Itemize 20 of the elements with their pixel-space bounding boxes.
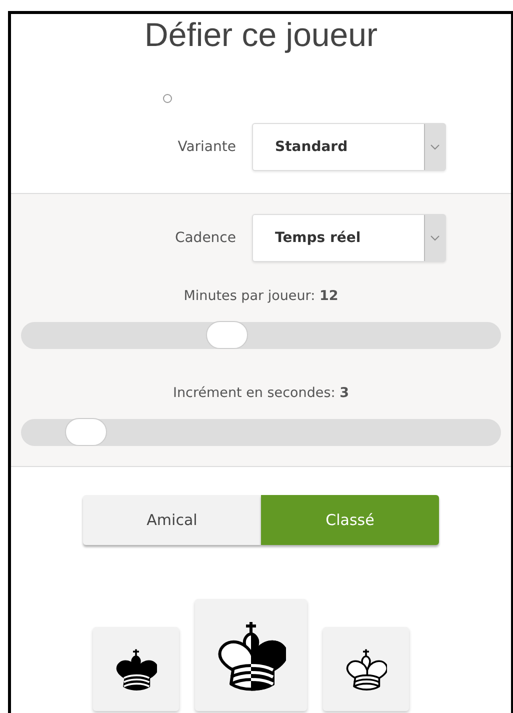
time-control-select[interactable]: Temps réel [252, 214, 446, 262]
variant-label: Variante [176, 139, 236, 155]
caret-icon [424, 215, 445, 261]
dialog-title: Défier ce joueur [144, 16, 378, 54]
side-choice-button[interactable] [323, 627, 409, 711]
variant-select[interactable]: Standard [252, 123, 446, 171]
time-control-label: Cadence [174, 230, 236, 246]
slider-thumb[interactable] [64, 418, 107, 446]
king-icon [115, 646, 157, 692]
radio-button[interactable] [163, 94, 172, 103]
slider-label: Minutes par joueur: 12 [182, 288, 340, 304]
slider-track[interactable] [21, 322, 501, 349]
mode-button[interactable]: Amical [83, 495, 261, 545]
side-choice-button[interactable] [93, 627, 179, 711]
king-icon [345, 646, 387, 692]
caret-icon [424, 124, 445, 170]
slider-track[interactable] [21, 419, 501, 446]
slider-label: Incrément en secondes: 3 [172, 385, 350, 401]
random-side-button[interactable] [195, 599, 307, 711]
slider-thumb[interactable] [206, 321, 248, 349]
